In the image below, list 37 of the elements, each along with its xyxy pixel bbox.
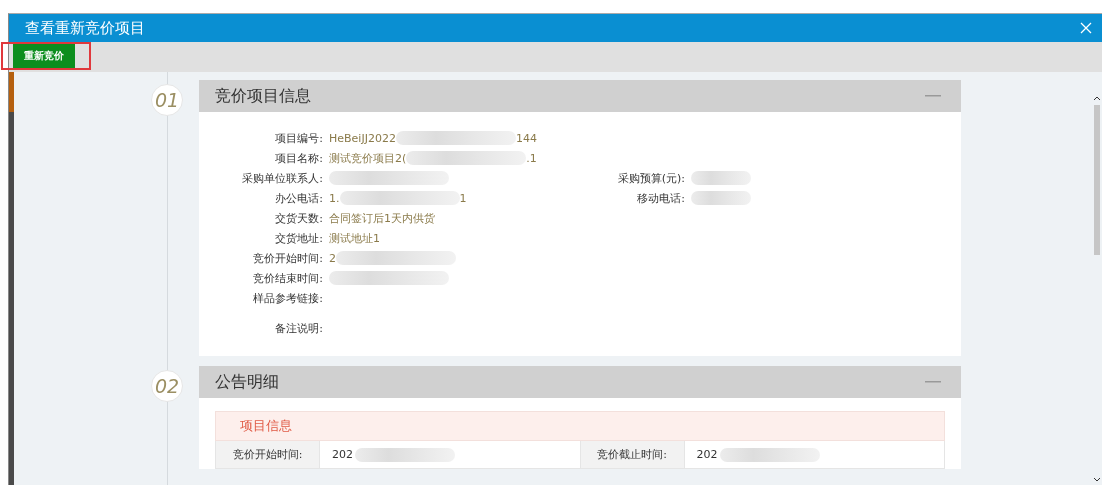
field-label: 样品参考链接: (252, 290, 323, 306)
field-label: 备注说明: (274, 320, 323, 336)
field-label: 办公电话: (274, 190, 323, 206)
field-label: 项目名称: (274, 150, 323, 166)
field-value: 测试地址1 (329, 230, 380, 246)
field-label: 采购单位联系人: (241, 170, 323, 186)
table-cell: 竞价开始时间: (216, 441, 320, 468)
field-label: 交货地址: (274, 230, 323, 246)
close-icon[interactable] (1080, 22, 1092, 34)
rebid-button[interactable]: 重新竞价 (13, 44, 75, 68)
collapse-icon[interactable] (925, 94, 941, 98)
field-value: HeBeiJJ2022 (329, 131, 396, 145)
subsection-title: 项目信息 (240, 417, 292, 435)
collapse-icon[interactable] (925, 380, 941, 384)
field-value: .1 (526, 151, 537, 165)
table-cell: 202 (696, 448, 718, 461)
field-value: 144 (515, 131, 537, 145)
table-cell: 竞价截止时间: (580, 441, 685, 468)
scroll-up-icon[interactable] (1093, 96, 1101, 101)
field-label: 项目编号: (274, 130, 323, 146)
field-value: 1 (459, 191, 467, 205)
section-title: 竞价项目信息 (215, 85, 311, 107)
field-value: 测试竞价项目2( (329, 150, 407, 166)
field-value: 合同签订后1天内供货 (329, 210, 435, 226)
field-label: 交货天数: (274, 210, 323, 226)
step-number: 01 (151, 84, 183, 116)
window-title: 查看重新竞价项目 (25, 18, 145, 38)
field-label: 移动电话: (636, 190, 685, 206)
field-label: 采购预算(元): (616, 170, 685, 186)
scroll-down-icon[interactable] (1093, 477, 1101, 482)
field-value: 2 (329, 251, 336, 265)
step-number: 02 (151, 370, 183, 402)
table-cell: 202 (332, 448, 353, 461)
field-label: 竞价结束时间: (252, 270, 323, 286)
field-value: 1. (329, 191, 340, 205)
section-title: 公告明细 (215, 371, 279, 393)
field-label: 竞价开始时间: (252, 250, 323, 266)
